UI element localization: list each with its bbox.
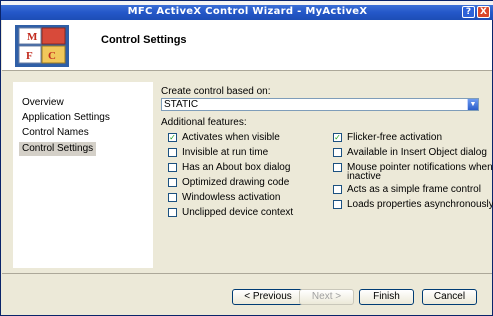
option-label: Acts as a simple frame control xyxy=(347,184,481,195)
nav-item-control-settings[interactable]: Control Settings xyxy=(19,142,97,156)
option-label: Unclipped device context xyxy=(182,207,294,218)
option-label: Invisible at run time xyxy=(182,147,269,158)
help-button[interactable]: ? xyxy=(462,6,475,18)
option-label: Windowless activation xyxy=(182,192,281,203)
checkbox[interactable] xyxy=(333,185,342,194)
nav-item-application-settings[interactable]: Application Settings xyxy=(19,111,113,125)
checkbox[interactable]: ✓ xyxy=(168,133,177,142)
option-label: Optimized drawing code xyxy=(182,177,290,188)
base-class-label: Create control based on: xyxy=(161,86,271,97)
option-label-line2: inactive xyxy=(347,171,381,182)
option-label: Has an About box dialog xyxy=(182,162,291,173)
cancel-button[interactable]: Cancel xyxy=(422,289,477,305)
option-label: Available in Insert Object dialog xyxy=(347,147,487,158)
title-bar[interactable]: MFC ActiveX Control Wizard - MyActiveX ?… xyxy=(1,5,493,20)
logo-letter-m: M xyxy=(27,31,38,43)
logo-letter-c: C xyxy=(48,50,56,62)
option-label: Flicker-free activation xyxy=(347,132,443,143)
next-button[interactable]: Next > xyxy=(299,289,354,305)
previous-button[interactable]: < Previous xyxy=(232,289,304,305)
checkbox[interactable] xyxy=(333,200,342,209)
wizard-window: MFC ActiveX Control Wizard - MyActiveX ?… xyxy=(0,0,493,316)
base-class-value: STATIC xyxy=(164,99,199,110)
option-label: Activates when visible xyxy=(182,132,280,143)
window-title: MFC ActiveX Control Wizard - MyActiveX xyxy=(127,6,368,17)
checkbox[interactable] xyxy=(168,163,177,172)
checkbox[interactable] xyxy=(168,148,177,157)
checkbox[interactable]: ✓ xyxy=(333,133,342,142)
option-label: Loads properties asynchronously xyxy=(347,199,493,210)
close-button[interactable]: X xyxy=(477,6,490,18)
button-bar: < Previous Next > Finish Cancel xyxy=(2,273,492,315)
wizard-nav: Overview Application Settings Control Na… xyxy=(13,82,153,268)
checkbox[interactable] xyxy=(168,208,177,217)
wizard-header: M F C Control Settings xyxy=(2,20,492,71)
features-label: Additional features: xyxy=(161,117,247,128)
base-class-select[interactable]: STATIC ▼ xyxy=(161,98,479,111)
nav-item-overview[interactable]: Overview xyxy=(19,96,67,110)
chevron-down-icon[interactable]: ▼ xyxy=(467,99,478,110)
checkbox[interactable] xyxy=(333,163,342,172)
nav-item-control-names[interactable]: Control Names xyxy=(19,126,92,140)
page-title: Control Settings xyxy=(101,34,187,46)
checkbox[interactable] xyxy=(168,178,177,187)
finish-button[interactable]: Finish xyxy=(359,289,414,305)
logo-letter-f: F xyxy=(26,50,33,62)
mfc-logo-icon: M F C xyxy=(15,25,69,67)
wizard-content: Overview Application Settings Control Na… xyxy=(2,72,493,273)
checkbox[interactable] xyxy=(168,193,177,202)
checkbox[interactable] xyxy=(333,148,342,157)
